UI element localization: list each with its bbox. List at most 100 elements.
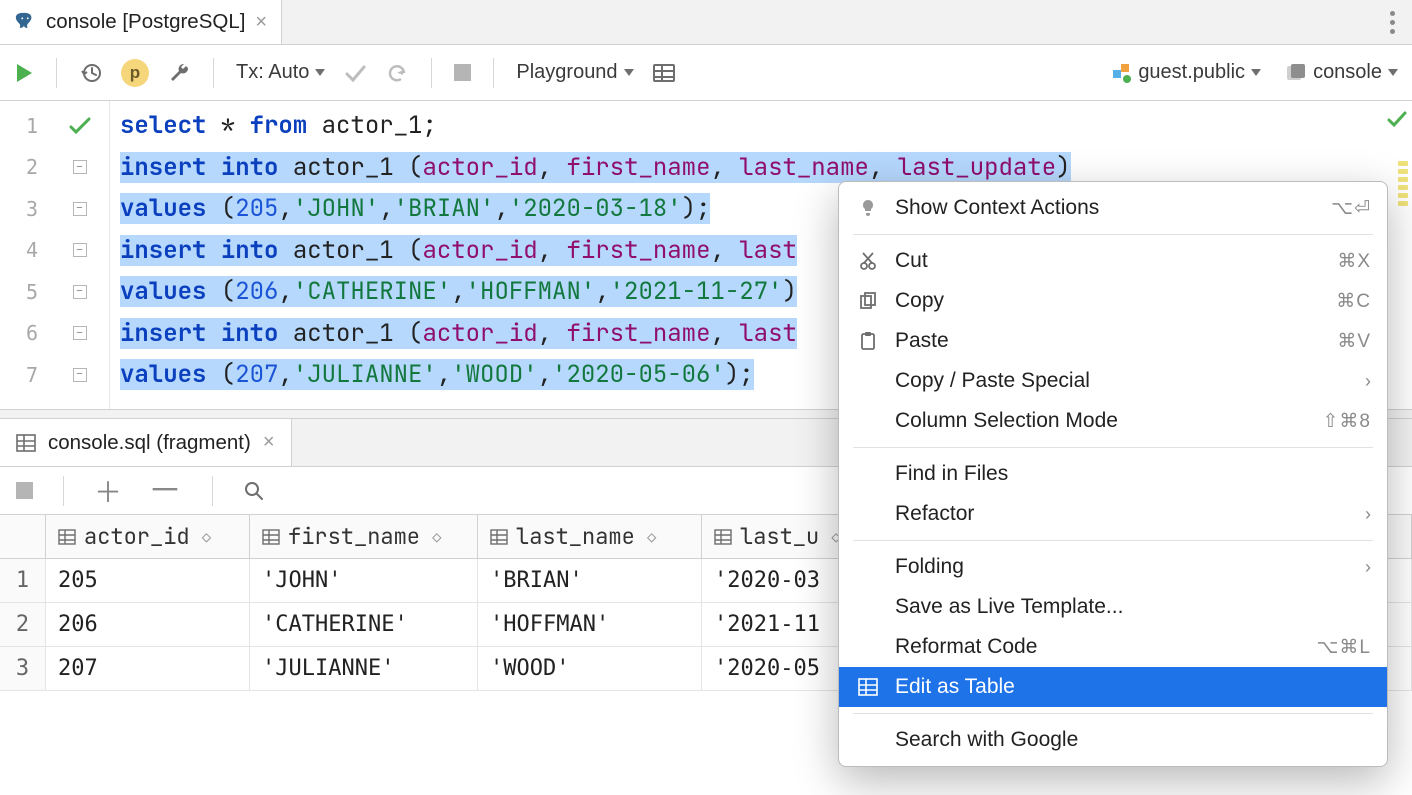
menu-item[interactable]: Reformat Code ⌥⌘L: [839, 627, 1387, 667]
separator: [431, 58, 432, 88]
profile-badge[interactable]: p: [121, 59, 149, 87]
shortcut: ⌘V: [1337, 330, 1371, 353]
menu-item[interactable]: Find in Files: [839, 454, 1387, 494]
inspection-ok-icon: [1386, 109, 1408, 129]
more-icon[interactable]: [1372, 0, 1412, 44]
column-icon: [490, 529, 508, 545]
fold-slot: −: [50, 230, 109, 272]
row-number: 3: [0, 647, 46, 690]
fold-toggle-icon[interactable]: −: [73, 160, 87, 174]
tx-mode-label: Tx: Auto: [236, 61, 309, 84]
fold-toggle-icon[interactable]: −: [73, 326, 87, 340]
separator: [56, 58, 57, 88]
schema-dropdown[interactable]: guest.public: [1110, 61, 1261, 84]
menu-item-label: Edit as Table: [895, 675, 1371, 699]
menu-separator: [853, 447, 1373, 448]
sort-icon[interactable]: ◇: [647, 527, 657, 546]
editor-tab-label: console [PostgreSQL]: [46, 10, 245, 34]
menu-item-label: Show Context Actions: [895, 196, 1315, 220]
menu-item[interactable]: Column Selection Mode⇧⌘8: [839, 401, 1387, 441]
wrench-icon[interactable]: [167, 61, 191, 85]
cell[interactable]: 'CATHERINE': [250, 603, 478, 646]
results-tab-label: console.sql (fragment): [48, 431, 251, 455]
shortcut: ⌥⌘L: [1317, 636, 1371, 659]
fold-gutter: − − − − − −: [50, 101, 110, 409]
results-tab[interactable]: console.sql (fragment) ×: [0, 419, 292, 466]
fold-toggle-icon[interactable]: −: [73, 368, 87, 382]
menu-item[interactable]: Copy⌘C: [839, 281, 1387, 321]
playground-dropdown[interactable]: Playground: [516, 61, 633, 84]
submenu-arrow-icon: ›: [1365, 557, 1371, 578]
close-icon[interactable]: ×: [255, 12, 267, 32]
cell[interactable]: 207: [46, 647, 250, 690]
line-number: 7: [0, 354, 50, 396]
menu-item[interactable]: Refactor ›: [839, 494, 1387, 534]
stop-button[interactable]: [454, 64, 471, 81]
menu-item[interactable]: Folding ›: [839, 547, 1387, 587]
row-number: 1: [0, 559, 46, 602]
menu-separator: [853, 540, 1373, 541]
menu-item[interactable]: Save as Live Template...: [839, 587, 1387, 627]
fold-slot: [50, 105, 109, 147]
line-number: 3: [0, 188, 50, 230]
column-header[interactable]: actor_id◇: [46, 515, 250, 558]
menu-item[interactable]: Paste⌘V: [839, 321, 1387, 361]
sql-toolbar: p Tx: Auto Playground guest.public conso…: [0, 45, 1412, 101]
table-icon: [857, 678, 879, 696]
sort-icon[interactable]: ◇: [432, 527, 442, 546]
menu-item-label: Refactor: [895, 502, 1349, 526]
context-menu[interactable]: Show Context Actions ⌥⏎ Cut⌘XCopy⌘CPaste⌘V…: [838, 181, 1388, 767]
paste-icon: [857, 331, 879, 351]
column-label: first_name: [288, 522, 420, 551]
cell[interactable]: 'BRIAN': [478, 559, 702, 602]
cell[interactable]: 'HOFFMAN': [478, 603, 702, 646]
separator: [493, 58, 494, 88]
bulb-icon: [857, 198, 879, 218]
cell[interactable]: 206: [46, 603, 250, 646]
sort-icon[interactable]: ◇: [202, 527, 212, 546]
fold-toggle-icon[interactable]: −: [73, 243, 87, 257]
column-icon: [58, 529, 76, 545]
menu-item[interactable]: Cut⌘X: [839, 241, 1387, 281]
cell[interactable]: 205: [46, 559, 250, 602]
table-view-icon[interactable]: [652, 62, 676, 84]
menu-item[interactable]: Copy / Paste Special›: [839, 361, 1387, 401]
menu-item[interactable]: Search with Google: [839, 720, 1387, 760]
table-icon: [16, 434, 36, 452]
run-button[interactable]: [14, 62, 34, 84]
close-icon[interactable]: ×: [263, 431, 275, 454]
rollback-icon[interactable]: [385, 61, 409, 85]
menu-separator: [853, 713, 1373, 714]
column-label: last_u: [740, 522, 819, 551]
menu-item[interactable]: Edit as Table: [839, 667, 1387, 707]
line-number: 2: [0, 147, 50, 189]
add-row-button[interactable]: ＋: [94, 471, 122, 511]
submenu-arrow-icon: ›: [1365, 504, 1371, 525]
code-line[interactable]: select * from actor_1;: [120, 105, 1412, 147]
cell[interactable]: 'WOOD': [478, 647, 702, 690]
cell[interactable]: 'JULIANNE': [250, 647, 478, 690]
cell[interactable]: 'JOHN': [250, 559, 478, 602]
commit-icon[interactable]: [343, 62, 367, 84]
editor-tab[interactable]: console [PostgreSQL] ×: [0, 0, 282, 44]
schema-label: guest.public: [1138, 61, 1245, 84]
column-header[interactable]: last_name◇: [478, 515, 702, 558]
tx-mode-dropdown[interactable]: Tx: Auto: [236, 61, 325, 84]
fold-toggle-icon[interactable]: −: [73, 285, 87, 299]
shortcut: ⌥⏎: [1331, 197, 1371, 220]
session-label: console: [1313, 61, 1382, 84]
menu-item-label: Find in Files: [895, 462, 1371, 486]
column-header[interactable]: first_name ◇: [250, 515, 478, 558]
menu-item-label: Reformat Code: [895, 635, 1301, 659]
row-number: 2: [0, 603, 46, 646]
line-number: 6: [0, 313, 50, 355]
menu-item[interactable]: Show Context Actions ⌥⏎: [839, 188, 1387, 228]
history-icon[interactable]: [79, 61, 103, 85]
search-icon[interactable]: [243, 480, 265, 502]
menu-item-label: Folding: [895, 555, 1349, 579]
fold-toggle-icon[interactable]: −: [73, 202, 87, 216]
stop-button[interactable]: [16, 482, 33, 499]
shortcut: ⌘X: [1337, 250, 1371, 273]
session-dropdown[interactable]: console: [1285, 61, 1398, 84]
separator: [212, 476, 213, 506]
